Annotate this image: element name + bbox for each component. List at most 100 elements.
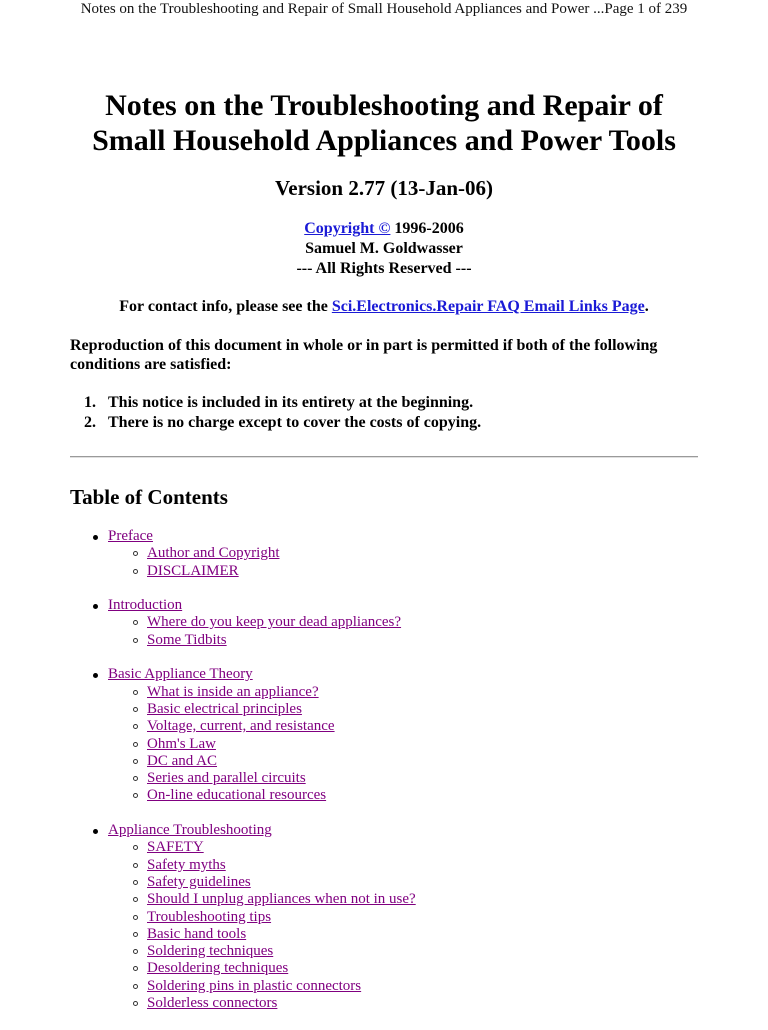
toc-subentry: On-line educational resources	[0, 787, 768, 804]
horizontal-divider	[70, 456, 698, 458]
toc-entry: Preface	[0, 528, 768, 545]
circle-bullet-icon	[133, 568, 138, 574]
circle-bullet-icon	[133, 949, 138, 955]
toc-subsection-link[interactable]: Where do you keep your dead appliances?	[147, 614, 401, 630]
toc-subsection-link[interactable]: Series and parallel circuits	[147, 770, 306, 786]
toc-heading: Table of Contents	[70, 485, 228, 509]
title-line-1: Notes on the Troubleshooting and Repair …	[105, 89, 663, 122]
circle-bullet-icon	[133, 793, 138, 799]
toc-subsection-link[interactable]: Basic electrical principles	[147, 701, 302, 717]
circle-bullet-icon	[133, 551, 138, 557]
toc-section: Appliance Troubleshooting SAFETY Safety my…	[0, 822, 768, 1012]
toc-subentry: What is inside an appliance?	[0, 684, 768, 701]
toc-subsection-link[interactable]: Solderless connectors	[147, 995, 277, 1011]
toc-subsection-link[interactable]: Ohm's Law	[147, 736, 216, 752]
circle-bullet-icon	[133, 724, 138, 730]
toc-subsection-link[interactable]: Soldering techniques	[147, 943, 273, 959]
condition-number: 2.	[84, 413, 96, 431]
circle-bullet-icon	[133, 776, 138, 782]
toc-subentry: Soldering pins in plastic connectors	[0, 978, 768, 995]
toc-subentry: Some Tidbits	[0, 632, 768, 649]
circle-bullet-icon	[133, 983, 138, 989]
toc-subsection-link[interactable]: Safety myths	[147, 857, 226, 873]
version-heading: Version 2.77 (13-Jan-06)	[275, 176, 493, 200]
circle-bullet-icon	[133, 897, 138, 903]
toc-subentry: Safety myths	[0, 857, 768, 874]
contact-suffix: .	[644, 298, 649, 315]
toc-subsection-link[interactable]: Author and Copyright	[147, 545, 280, 561]
disc-bullet-icon	[93, 829, 98, 835]
circle-bullet-icon	[133, 637, 138, 643]
toc-subsection-link[interactable]: On-line educational resources	[147, 787, 326, 803]
toc-section-link[interactable]: Preface	[108, 528, 153, 544]
disc-bullet-icon	[93, 604, 98, 610]
toc-subentry: Ohm's Law	[0, 736, 768, 753]
toc-subsection-link[interactable]: Safety guidelines	[147, 874, 251, 890]
copyright-years: 1996-2006	[390, 220, 464, 237]
toc-section-link[interactable]: Appliance Troubleshooting	[108, 822, 272, 838]
toc-subsection-link[interactable]: Basic hand tools	[147, 926, 246, 942]
copyright-link[interactable]: Copyright ©	[304, 220, 390, 237]
toc-subsection-link[interactable]: Soldering pins in plastic connectors	[147, 978, 361, 994]
disc-bullet-icon	[93, 673, 98, 679]
condition-item: 2. There is no charge except to cover the…	[84, 413, 481, 433]
toc-subsection-link[interactable]: DC and AC	[147, 753, 217, 769]
toc-subentry: Voltage, current, and resistance	[0, 718, 768, 735]
running-page-header: Notes on the Troubleshooting and Repair …	[80, 1, 688, 17]
toc-subsection-link[interactable]: Some Tidbits	[147, 632, 227, 648]
toc-section: Introduction Where do you keep your dead …	[0, 597, 768, 649]
toc-subsection-link[interactable]: What is inside an appliance?	[147, 684, 319, 700]
circle-bullet-icon	[133, 741, 138, 747]
toc-entry: Introduction	[0, 597, 768, 614]
toc-subentry: SAFETY	[0, 839, 768, 856]
toc-subentry: Series and parallel circuits	[0, 770, 768, 787]
circle-bullet-icon	[133, 931, 138, 937]
toc-subsection-link[interactable]: SAFETY	[147, 839, 204, 855]
toc-subentry: DISCLAIMER	[0, 563, 768, 580]
toc-entry: Appliance Troubleshooting	[0, 822, 768, 839]
toc-subentry: Should I unplug appliances when not in u…	[0, 891, 768, 908]
toc-entry: Basic Appliance Theory	[0, 666, 768, 683]
circle-bullet-icon	[133, 758, 138, 764]
toc-subentry: Where do you keep your dead appliances?	[0, 614, 768, 631]
document-title: Notes on the Troubleshooting and Repair …	[0, 88, 768, 158]
toc-subentry: Basic hand tools	[0, 926, 768, 943]
circle-bullet-icon	[133, 862, 138, 868]
toc-subentry: Troubleshooting tips	[0, 909, 768, 926]
toc-subsection-link[interactable]: Should I unplug appliances when not in u…	[147, 891, 416, 907]
toc-subentry: Author and Copyright	[0, 545, 768, 562]
circle-bullet-icon	[133, 620, 138, 626]
toc-section: Preface Author and Copyright DISCLAIMER	[0, 528, 768, 580]
toc-subentry: Solderless connectors	[0, 995, 768, 1012]
disc-bullet-icon	[93, 535, 98, 540]
circle-bullet-icon	[133, 845, 138, 851]
reproduction-notice: Reproduction of this document in whole o…	[70, 337, 658, 373]
conditions-list: 1. This notice is included in its entiret…	[84, 393, 481, 432]
toc-subentry: Soldering techniques	[0, 943, 768, 960]
toc-subentry: Safety guidelines	[0, 874, 768, 891]
toc-subsection-link[interactable]: Desoldering techniques	[147, 960, 288, 976]
toc-subsection-link[interactable]: Troubleshooting tips	[147, 909, 271, 925]
title-line-2: Small Household Appliances and Power Too…	[92, 124, 676, 157]
rights-reserved: --- All Rights Reserved ---	[296, 260, 472, 277]
toc-section: Basic Appliance Theory What is inside an …	[0, 666, 768, 804]
circle-bullet-icon	[133, 1001, 138, 1007]
toc-subsection-link[interactable]: Voltage, current, and resistance	[147, 718, 335, 734]
condition-text: There is no charge except to cover the c…	[108, 413, 482, 431]
toc-subentry: Desoldering techniques	[0, 960, 768, 977]
author-name: Samuel M. Goldwasser	[305, 240, 463, 257]
circle-bullet-icon	[133, 689, 138, 695]
email-links-page-link[interactable]: Sci.Electronics.Repair FAQ Email Links P…	[332, 298, 645, 315]
toc-subentry: Basic electrical principles	[0, 701, 768, 718]
contact-prefix: For contact info, please see the	[119, 298, 332, 315]
circle-bullet-icon	[133, 706, 138, 712]
toc-section-link[interactable]: Basic Appliance Theory	[108, 666, 253, 682]
contact-info: For contact info, please see the Sci.Ele…	[0, 297, 768, 317]
toc-section-link[interactable]: Introduction	[108, 597, 182, 613]
circle-bullet-icon	[133, 914, 138, 920]
condition-number: 1.	[84, 394, 96, 411]
toc-subsection-link[interactable]: DISCLAIMER	[147, 563, 239, 579]
condition-text: This notice is included in its entirety …	[108, 394, 474, 411]
circle-bullet-icon	[133, 966, 138, 972]
toc-subentry: DC and AC	[0, 753, 768, 770]
